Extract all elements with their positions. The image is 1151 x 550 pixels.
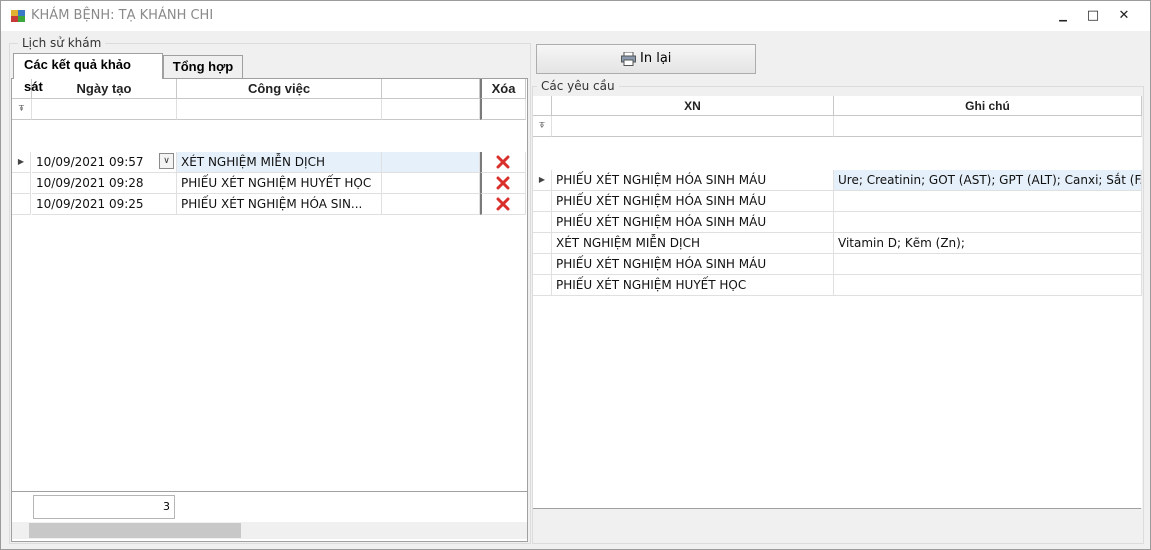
delete-icon[interactable] xyxy=(496,197,510,211)
filter-task[interactable] xyxy=(177,99,382,120)
app-icon xyxy=(11,10,25,22)
row-indicator[interactable] xyxy=(533,254,552,275)
chevron-down-icon: ∨ xyxy=(163,156,170,166)
scrollbar-thumb[interactable] xyxy=(29,523,241,538)
app-window: KHÁM BỆNH: TẠ KHÁNH CHI ▁ □ ✕ Lịch sử kh… xyxy=(0,0,1151,550)
row-indicator[interactable] xyxy=(12,194,31,215)
table-row-1-delete[interactable] xyxy=(480,152,526,173)
filter-note[interactable] xyxy=(834,116,1142,137)
horizontal-scrollbar[interactable] xyxy=(12,522,527,539)
window-title: KHÁM BỆNH: TẠ KHÁNH CHI xyxy=(31,8,214,23)
filter-date[interactable] xyxy=(32,99,177,120)
tab-summary-label: Tổng hợp xyxy=(172,59,234,74)
row-indicator[interactable] xyxy=(12,173,31,194)
table-row-1-task[interactable]: XÉT NGHIỆM MIỄN DỊCH xyxy=(177,152,382,173)
request-row-3-xn[interactable]: PHIẾU XÉT NGHIỆM HÓA SINH MÁU xyxy=(552,212,834,233)
maximize-button[interactable]: □ xyxy=(1078,1,1108,31)
request-row-1-note[interactable]: Ure; Creatinin; GOT (AST); GPT (ALT); Ca… xyxy=(834,170,1142,191)
request-row-3-note[interactable] xyxy=(834,212,1142,233)
title-bar: KHÁM BỆNH: TẠ KHÁNH CHI ▁ □ ✕ xyxy=(1,1,1150,31)
table-row-3-date[interactable]: 10/09/2021 09:25 xyxy=(32,194,177,215)
grid-footer-divider xyxy=(12,491,527,492)
request-row-5-xn[interactable]: PHIẾU XÉT NGHIỆM HÓA SINH MÁU xyxy=(552,254,834,275)
row-indicator[interactable] xyxy=(533,275,552,296)
col-header-xn[interactable]: XN xyxy=(552,96,834,116)
tab-results[interactable]: Các kết quả khảo sát xyxy=(13,53,163,94)
col-header-empty[interactable] xyxy=(382,79,480,99)
requests-footer-divider xyxy=(533,508,1141,509)
col-header-delete[interactable]: Xóa xyxy=(480,79,526,99)
date-dropdown-button[interactable]: ∨ xyxy=(159,153,174,169)
request-row-5-note[interactable] xyxy=(834,254,1142,275)
table-row-2-task[interactable]: PHIẾU XÉT NGHIỆM HUYẾT HỌC xyxy=(177,173,382,194)
filter-xn[interactable] xyxy=(552,116,834,137)
filter-row-icon: ⍕ xyxy=(12,99,32,120)
requests-legend: Các yêu cầu xyxy=(537,79,619,93)
col-header-date[interactable]: Ngày tạo xyxy=(32,79,177,99)
col-header-task[interactable]: Công việc xyxy=(177,79,382,99)
table-row-2-empty[interactable] xyxy=(382,173,480,194)
row-indicator[interactable] xyxy=(533,233,552,254)
requests-grid: XN Ghi chú ⍕ ▶ PHIẾU XÉT NGHIỆM HÓA SINH… xyxy=(533,96,1142,508)
request-row-4-note[interactable]: Vitamin D; Kẽm (Zn); xyxy=(834,233,1142,254)
client-area: Lịch sử khám Các kết quả khảo sát Tổng h… xyxy=(1,31,1150,549)
filter-empty[interactable] xyxy=(382,99,480,120)
filter-delete[interactable] xyxy=(480,99,526,120)
maximize-icon: □ xyxy=(1086,8,1100,23)
row-indicator[interactable] xyxy=(533,191,552,212)
close-button[interactable]: ✕ xyxy=(1109,1,1139,31)
delete-icon[interactable] xyxy=(496,155,510,169)
tab-summary[interactable]: Tổng hợp xyxy=(163,55,243,79)
printer-icon xyxy=(621,52,636,66)
table-row-3-task[interactable]: PHIẾU XÉT NGHIỆM HÓA SIN... xyxy=(177,194,382,215)
delete-icon[interactable] xyxy=(496,176,510,190)
table-row-3-empty[interactable] xyxy=(382,194,480,215)
table-row-3-delete[interactable] xyxy=(480,194,526,215)
request-row-6-xn[interactable]: PHIẾU XÉT NGHIỆM HUYẾT HỌC xyxy=(552,275,834,296)
row-indicator[interactable]: ▶ xyxy=(12,152,31,173)
table-row-1-date[interactable]: 10/09/2021 09:57 xyxy=(32,152,177,173)
row-count-box: 3 xyxy=(33,495,175,519)
request-row-2-note[interactable] xyxy=(834,191,1142,212)
minimize-button[interactable]: ▁ xyxy=(1048,1,1078,31)
history-legend: Lịch sử khám xyxy=(18,36,106,50)
request-row-4-xn[interactable]: XÉT NGHIỆM MIỄN DỊCH xyxy=(552,233,834,254)
filter-row-icon: ⍕ xyxy=(533,116,552,137)
close-icon: ✕ xyxy=(1118,8,1130,23)
history-grid: Ngày tạo Công việc Xóa ⍕ ▶ 10/09/2021 09… xyxy=(12,78,527,521)
table-row-1-empty[interactable] xyxy=(382,152,480,173)
row-indicator[interactable] xyxy=(533,212,552,233)
table-row-2-delete[interactable] xyxy=(480,173,526,194)
reprint-label: In lại xyxy=(640,51,672,66)
table-row-2-date[interactable]: 10/09/2021 09:28 xyxy=(32,173,177,194)
minimize-icon: ▁ xyxy=(1059,11,1067,22)
reprint-button[interactable]: In lại xyxy=(536,44,756,74)
col-header-note[interactable]: Ghi chú xyxy=(834,96,1142,116)
request-row-2-xn[interactable]: PHIẾU XÉT NGHIỆM HÓA SINH MÁU xyxy=(552,191,834,212)
request-row-1-xn[interactable]: PHIẾU XÉT NGHIỆM HÓA SINH MÁU xyxy=(552,170,834,191)
request-row-6-note[interactable] xyxy=(834,275,1142,296)
grid-corner xyxy=(533,96,552,116)
row-indicator[interactable]: ▶ xyxy=(533,170,552,191)
